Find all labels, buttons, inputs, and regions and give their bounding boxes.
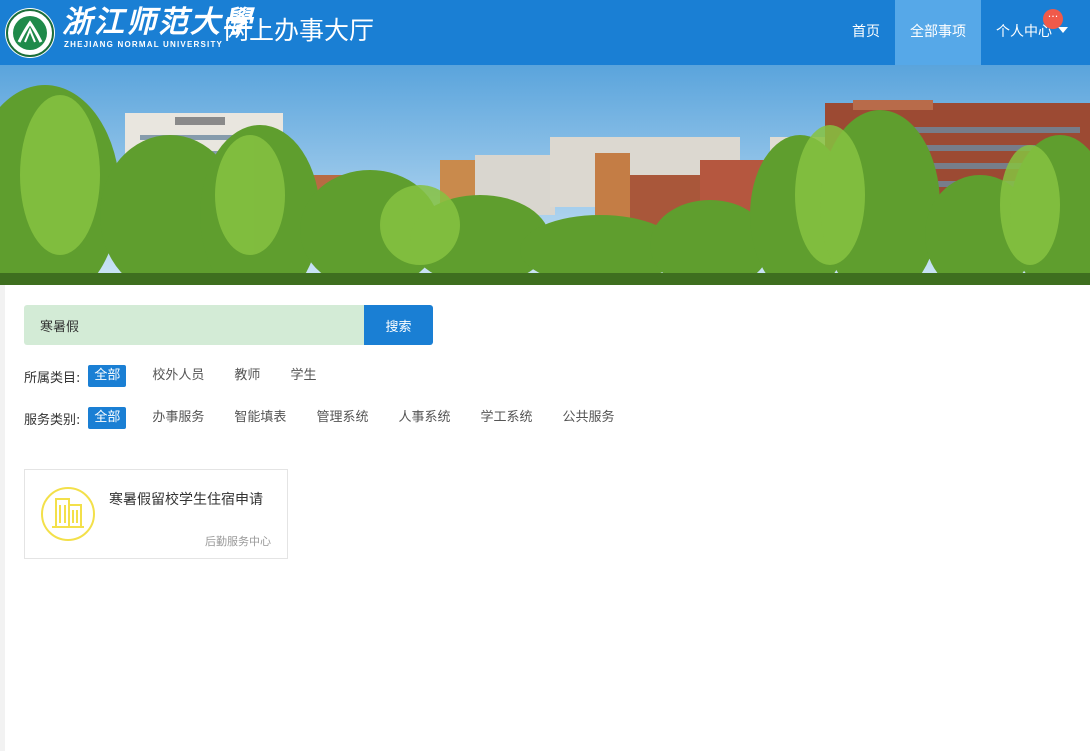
nav-home[interactable]: 首页	[837, 0, 895, 65]
service-chip-student-affairs[interactable]: 学工系统	[474, 407, 538, 429]
nav-personal-center-label: 个人中心	[996, 24, 1052, 40]
service-chip-affairs[interactable]: 办事服务	[146, 407, 210, 429]
notification-badge[interactable]: ···	[1043, 9, 1063, 29]
category-chip-all[interactable]: 全部	[88, 365, 127, 387]
category-chip-student[interactable]: 学生	[284, 365, 322, 387]
main-content-panel: 搜索 所属类目: 全部 校外人员 教师 学生 服务类别: 全部 办事服务 智能填…	[5, 285, 1090, 751]
nav-home-label: 首页	[852, 24, 880, 40]
category-chip-external[interactable]: 校外人员	[146, 365, 210, 387]
service-filter-row: 服务类别: 全部 办事服务 智能填表 管理系统 人事系统 学工系统 公共服务	[24, 407, 639, 429]
university-seal-logo[interactable]	[5, 8, 55, 58]
service-chip-smart-form[interactable]: 智能填表	[228, 407, 292, 429]
service-chip-hr[interactable]: 人事系统	[392, 407, 456, 429]
search-input[interactable]	[24, 305, 364, 345]
service-chip-public[interactable]: 公共服务	[556, 407, 620, 429]
category-filter-row: 所属类目: 全部 校外人员 教师 学生	[24, 365, 340, 387]
service-card[interactable]: 寒暑假留校学生住宿申请 后勤服务中心	[24, 469, 288, 559]
category-filter-label: 所属类目:	[24, 370, 81, 386]
service-filter-label: 服务类别:	[24, 412, 81, 428]
search-button[interactable]: 搜索	[364, 305, 433, 345]
service-chip-all[interactable]: 全部	[88, 407, 127, 429]
service-chip-management[interactable]: 管理系统	[310, 407, 374, 429]
main-nav: 首页 全部事项 个人中心 ···	[837, 0, 1090, 65]
nav-all-items-label: 全部事项	[910, 24, 966, 40]
campus-banner-image	[0, 65, 1090, 285]
category-chip-teacher[interactable]: 教师	[228, 365, 266, 387]
logo-english-name: ZHEJIANG NORMAL UNIVERSITY	[64, 40, 224, 49]
top-header: 浙江师范大學 ZHEJIANG NORMAL UNIVERSITY 网上办事大厅…	[0, 0, 1090, 65]
chevron-down-icon	[1058, 27, 1068, 33]
nav-all-items[interactable]: 全部事项	[895, 0, 981, 65]
building-icon	[41, 487, 95, 541]
site-title: 网上办事大厅	[224, 16, 375, 45]
nav-personal-center[interactable]: 个人中心 ···	[981, 0, 1090, 65]
service-card-title: 寒暑假留校学生住宿申请	[109, 492, 263, 508]
service-card-department: 后勤服务中心	[205, 535, 271, 548]
